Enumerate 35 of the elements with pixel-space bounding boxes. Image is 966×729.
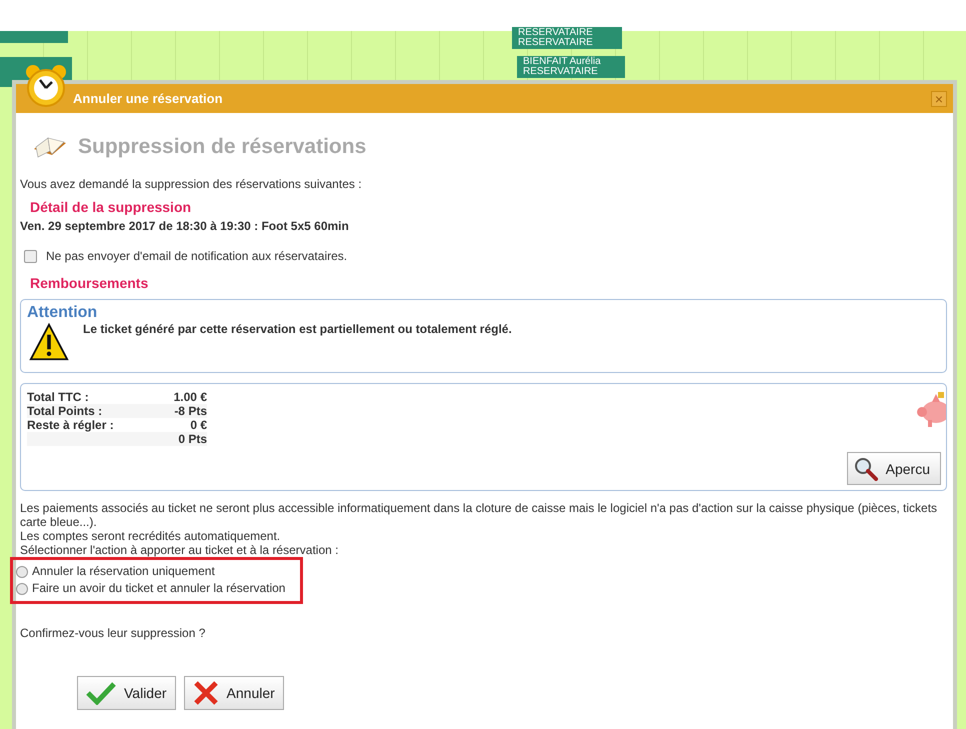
radio-button[interactable] (16, 582, 28, 594)
booking-block[interactable]: BIENFAIT Aurélia RESERVATAIRE (517, 56, 625, 78)
preview-button[interactable]: Apercu (846, 452, 941, 485)
total-label: Total TTC : (27, 390, 89, 404)
pig-icon (916, 390, 946, 430)
checkbox-label: Ne pas envoyer d'email de notification aux réservataires. (46, 249, 348, 263)
radio-label: Faire un avoir du ticket et annuler la réservation (32, 580, 286, 597)
total-value: 0 Pts (178, 432, 207, 446)
warning-icon (27, 322, 71, 362)
total-value: 0 € (190, 418, 207, 432)
email-checkbox[interactable] (24, 250, 37, 262)
select-action-text: Sélectionner l'action à apporter au ticket et à la réservation : (20, 543, 340, 557)
attention-title: Attention (27, 304, 98, 322)
validate-button[interactable]: Valider (77, 676, 176, 710)
radio-button[interactable] (16, 566, 28, 578)
total-label: Total Points : (27, 404, 102, 418)
attention-message: Le ticket généré par cette réservation est partiellement ou totalement réglé. (83, 322, 512, 336)
reservation-detail: Ven. 29 septembre 2017 de 18:30 à 19:30 : Foot 5x5 60min (20, 219, 350, 233)
page-heading: Suppression de réservations (78, 135, 366, 159)
check-icon (86, 681, 116, 705)
booking-block[interactable]: RESERVATAIRE RESERVATAIRE (512, 27, 622, 49)
magnifier-icon (854, 456, 878, 480)
intro-text: Vous avez demandé la suppression des réservations suivantes : (20, 177, 363, 191)
cancel-button[interactable]: Annuler (184, 676, 284, 710)
total-label: Reste à régler : (27, 418, 114, 432)
cross-icon (192, 680, 219, 706)
radio-label: Annuler la réservation uniquement (32, 563, 215, 580)
confirm-question: Confirmez-vous leur suppression ? (20, 626, 206, 640)
total-value: -8 Pts (174, 404, 207, 418)
section-title: Détail de la suppression (30, 199, 192, 215)
section-title: Remboursements (30, 275, 150, 291)
dialog-title: Annuler une réservation (73, 91, 223, 106)
accounts-note: Les comptes seront recrédités automatiquement. (20, 529, 282, 543)
total-value: 1.00 € (174, 390, 207, 404)
payments-note: Les paiements associés au ticket ne seront plus accessible informatiquement dans la cloture de caisse mais le logiciel n'a pas d'action sur la caisse physique (pièces, tickets carte bleue...). (20, 501, 938, 529)
